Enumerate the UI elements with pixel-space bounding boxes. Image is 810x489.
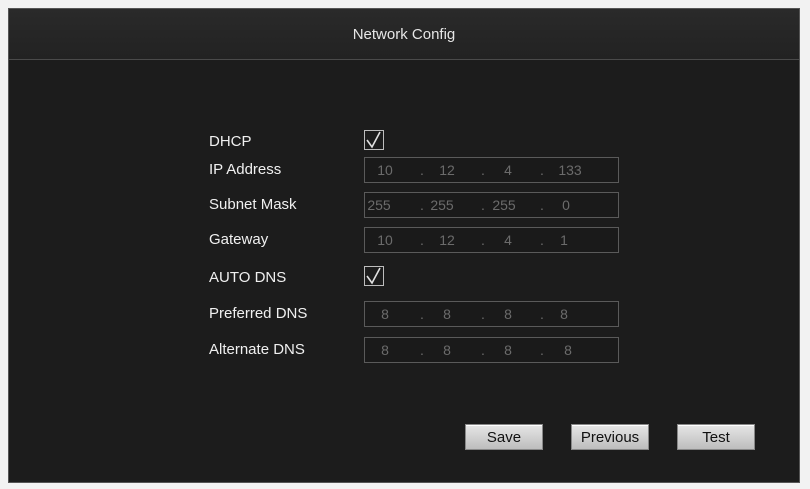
- alternate-dns-row: Alternate DNS 8 . 8 . 8 . 8: [209, 337, 629, 363]
- subnet-mask-row: Subnet Mask 255 . 255 . 255 . 0: [209, 192, 629, 218]
- alternate-dns-octet-1[interactable]: 8: [365, 338, 405, 362]
- auto-dns-label: AUTO DNS: [209, 269, 287, 286]
- gateway-octet-1[interactable]: 10: [365, 228, 405, 252]
- dhcp-checkbox[interactable]: [364, 130, 384, 150]
- preferred-dns-row: Preferred DNS 8 . 8 . 8 . 8: [209, 301, 629, 327]
- octet-separator: .: [420, 306, 424, 322]
- octet-separator: .: [481, 232, 485, 248]
- preferred-dns-octet-1[interactable]: 8: [365, 302, 405, 326]
- network-form: DHCP IP Address 10 . 12 . 4 . 133 Subnet…: [9, 9, 799, 482]
- subnet-mask-octet-4[interactable]: 0: [546, 193, 586, 217]
- ip-address-octet-2[interactable]: 12: [427, 158, 467, 182]
- ip-address-row: IP Address 10 . 12 . 4 . 133: [209, 157, 629, 183]
- alternate-dns-octet-4[interactable]: 8: [548, 338, 588, 362]
- gateway-octet-4[interactable]: 1: [544, 228, 584, 252]
- subnet-mask-octet-3[interactable]: 255: [484, 193, 524, 217]
- preferred-dns-field[interactable]: 8 . 8 . 8 . 8: [364, 301, 619, 327]
- gateway-field[interactable]: 10 . 12 . 4 . 1: [364, 227, 619, 253]
- checkmark-icon: [366, 131, 381, 149]
- test-button[interactable]: Test: [677, 424, 755, 450]
- subnet-mask-label: Subnet Mask: [209, 196, 297, 213]
- network-config-window: Network Config DHCP IP Address 10 . 12 .…: [8, 8, 800, 483]
- dhcp-row: DHCP: [209, 129, 629, 155]
- alternate-dns-label: Alternate DNS: [209, 341, 305, 358]
- alternate-dns-octet-3[interactable]: 8: [488, 338, 528, 362]
- ip-address-label: IP Address: [209, 161, 282, 178]
- ip-address-octet-1[interactable]: 10: [365, 158, 405, 182]
- ip-address-field[interactable]: 10 . 12 . 4 . 133: [364, 157, 619, 183]
- subnet-mask-octet-2[interactable]: 255: [422, 193, 462, 217]
- octet-separator: .: [481, 342, 485, 358]
- checkmark-icon: [366, 267, 381, 285]
- alternate-dns-field[interactable]: 8 . 8 . 8 . 8: [364, 337, 619, 363]
- octet-separator: .: [420, 232, 424, 248]
- preferred-dns-octet-4[interactable]: 8: [544, 302, 584, 326]
- save-button[interactable]: Save: [465, 424, 543, 450]
- octet-separator: .: [420, 162, 424, 178]
- gateway-row: Gateway 10 . 12 . 4 . 1: [209, 227, 629, 253]
- dhcp-label: DHCP: [209, 133, 252, 150]
- octet-separator: .: [540, 162, 544, 178]
- ip-address-octet-4[interactable]: 133: [550, 158, 590, 182]
- octet-separator: .: [481, 306, 485, 322]
- ip-address-octet-3[interactable]: 4: [488, 158, 528, 182]
- gateway-octet-3[interactable]: 4: [488, 228, 528, 252]
- subnet-mask-field[interactable]: 255 . 255 . 255 . 0: [364, 192, 619, 218]
- alternate-dns-octet-2[interactable]: 8: [427, 338, 467, 362]
- preferred-dns-octet-2[interactable]: 8: [427, 302, 467, 326]
- auto-dns-row: AUTO DNS: [209, 265, 629, 291]
- preferred-dns-label: Preferred DNS: [209, 305, 308, 322]
- octet-separator: .: [481, 162, 485, 178]
- octet-separator: .: [540, 342, 544, 358]
- auto-dns-checkbox[interactable]: [364, 266, 384, 286]
- octet-separator: .: [420, 342, 424, 358]
- preferred-dns-octet-3[interactable]: 8: [488, 302, 528, 326]
- gateway-label: Gateway: [209, 231, 269, 248]
- gateway-octet-2[interactable]: 12: [427, 228, 467, 252]
- previous-button[interactable]: Previous: [571, 424, 649, 450]
- subnet-mask-octet-1[interactable]: 255: [359, 193, 399, 217]
